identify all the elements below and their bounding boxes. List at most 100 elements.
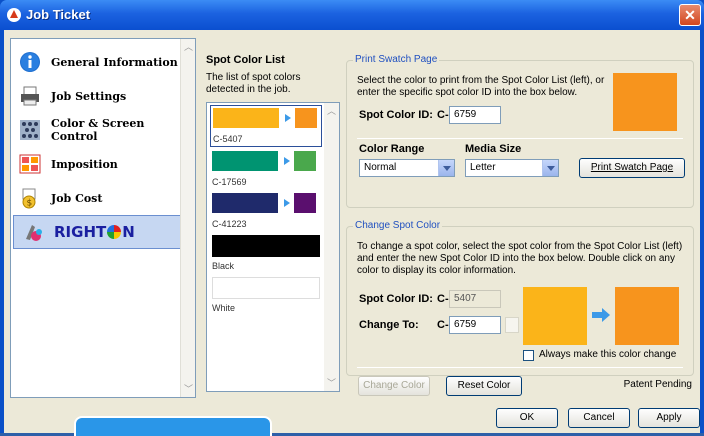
change-color-button[interactable]: Change Color xyxy=(358,376,430,396)
sidebar-item-label: General Information xyxy=(51,55,178,69)
swatch-name: C-17569 xyxy=(212,177,247,187)
popup-tab xyxy=(74,416,272,436)
change-to-label: Change To: xyxy=(359,319,419,331)
to-color-swatch xyxy=(615,287,679,345)
from-color-swatch xyxy=(523,287,587,345)
media-size-label: Media Size xyxy=(465,143,522,155)
reset-color-label: Reset Color xyxy=(457,380,511,391)
scroll-down-icon[interactable]: ﹀ xyxy=(182,382,195,396)
spot-id-prefix: C- xyxy=(437,293,449,305)
sidebar-item-label: Job Settings xyxy=(51,89,127,103)
close-icon: ✕ xyxy=(684,7,696,23)
righton-logo-text: RIGHT xyxy=(54,223,107,241)
chevron-down-icon[interactable] xyxy=(542,160,558,176)
righton-logo-suffix: N xyxy=(122,223,135,241)
dialog-body: General Information Job Settings Color &… xyxy=(4,30,700,436)
swatch-original xyxy=(212,277,320,299)
sidebar-item-color-screen-control[interactable]: Color & Screen Control xyxy=(11,113,181,147)
righton-logo: RIGHT N xyxy=(54,223,135,241)
sidebar-item-label: Job Cost xyxy=(51,191,103,205)
change-color-label: Change Color xyxy=(363,380,425,391)
spot-color-list-description: The list of spot colors detected in the … xyxy=(206,72,301,95)
swatch-replacement xyxy=(295,108,317,128)
spot-color-list-title: Spot Color List xyxy=(206,54,285,66)
window-title: Job Ticket xyxy=(26,7,91,22)
spot-id-prefix: C- xyxy=(437,109,449,121)
media-size-select[interactable]: Letter xyxy=(465,159,559,177)
change-to-prefix: C- xyxy=(437,319,449,331)
list-item[interactable]: C-17569 xyxy=(210,149,322,191)
printer-icon xyxy=(19,85,41,107)
cancel-label: Cancel xyxy=(583,412,615,423)
halftone-icon xyxy=(19,119,41,141)
swatch-original xyxy=(212,151,278,171)
change-spot-instructions: To change a spot color, select the spot … xyxy=(357,241,683,276)
list-item[interactable]: C-41223 xyxy=(210,191,322,233)
scroll-down-icon[interactable]: ﹀ xyxy=(325,376,338,390)
righton-target-icon xyxy=(107,225,122,239)
scroll-up-icon[interactable]: ︿ xyxy=(182,40,195,54)
print-swatch-instructions: Select the color to print from the Spot … xyxy=(357,75,605,98)
divider xyxy=(357,367,683,368)
color-picker-button[interactable] xyxy=(505,317,519,333)
always-change-label: Always make this color change xyxy=(539,349,677,360)
change-to-input[interactable]: 6759 xyxy=(449,316,501,334)
swatch-original xyxy=(212,193,278,213)
print-swatch-page-button[interactable]: Print Swatch Page xyxy=(579,158,685,178)
spot-color-list[interactable]: C-5407 C-17569 C-41223 Black White ︿ ﹀ xyxy=(206,102,340,392)
reset-color-button[interactable]: Reset Color xyxy=(446,376,522,396)
sidebar-item-label: Imposition xyxy=(51,157,118,171)
money-icon: $ xyxy=(19,187,41,209)
ok-button[interactable]: OK xyxy=(496,408,558,428)
apply-label: Apply xyxy=(656,412,682,423)
righton-icon xyxy=(22,221,44,243)
list-item[interactable]: C-5407 xyxy=(210,105,322,147)
list-item[interactable]: White xyxy=(210,275,322,317)
app-icon xyxy=(7,8,21,22)
svg-text:$: $ xyxy=(27,199,33,209)
spot-id-input[interactable]: 6759 xyxy=(449,106,501,124)
sidebar-item-job-cost[interactable]: $ Job Cost xyxy=(11,181,181,215)
spot-id-label: Spot Color ID: xyxy=(359,293,433,305)
swatch-list-scrollbar[interactable]: ︿ ﹀ xyxy=(324,103,339,391)
change-spot-color-group: Change Spot Color To change a spot color… xyxy=(346,220,694,376)
group-label: Change Spot Color xyxy=(353,220,443,231)
apply-button[interactable]: Apply xyxy=(638,408,700,428)
swatch-replacement xyxy=(294,193,316,213)
swatch-replacement xyxy=(294,151,316,171)
always-change-checkbox[interactable] xyxy=(523,350,534,361)
list-item[interactable]: Black xyxy=(210,233,322,275)
swatch-name: White xyxy=(212,303,236,313)
swatch-name: C-41223 xyxy=(212,219,247,229)
sidebar-scrollbar[interactable]: ︿ ﹀ xyxy=(180,39,195,397)
color-range-select[interactable]: Normal xyxy=(359,159,455,177)
ok-label: OK xyxy=(519,412,535,423)
close-button[interactable]: ✕ xyxy=(679,4,701,26)
arrow-right-icon xyxy=(284,157,290,165)
job-ticket-window: Job Ticket ✕ General Information Job Set… xyxy=(0,0,704,436)
color-range-value: Normal xyxy=(364,162,397,173)
arrow-right-icon xyxy=(592,308,610,322)
chevron-down-icon[interactable] xyxy=(438,160,454,176)
sidebar-item-imposition[interactable]: Imposition xyxy=(11,147,181,181)
media-size-value: Letter xyxy=(470,162,496,173)
patent-pending-text: Patent Pending xyxy=(623,379,692,390)
current-spot-id-field: 5407 xyxy=(449,290,501,308)
color-range-label: Color Range xyxy=(359,143,425,155)
title-bar[interactable]: Job Ticket ✕ xyxy=(0,0,704,30)
print-swatch-group: Print Swatch Page Select the color to pr… xyxy=(346,54,694,208)
imposition-icon xyxy=(19,153,41,175)
sidebar-item-job-settings[interactable]: Job Settings xyxy=(11,79,181,113)
swatch-name: C-5407 xyxy=(213,134,243,144)
sidebar-item-general-information[interactable]: General Information xyxy=(11,45,181,79)
swatch-original xyxy=(212,235,320,257)
scroll-up-icon[interactable]: ︿ xyxy=(325,104,338,118)
sidebar-item-label: Color & Screen Control xyxy=(51,117,145,143)
sidebar-item-righton[interactable]: RIGHT N xyxy=(13,215,181,249)
cancel-button[interactable]: Cancel xyxy=(568,408,630,428)
divider xyxy=(357,138,683,139)
info-icon xyxy=(19,51,41,73)
sidebar-nav: General Information Job Settings Color &… xyxy=(10,38,196,398)
arrow-right-icon xyxy=(284,199,290,207)
print-swatch-page-label: Print Swatch Page xyxy=(590,162,674,173)
